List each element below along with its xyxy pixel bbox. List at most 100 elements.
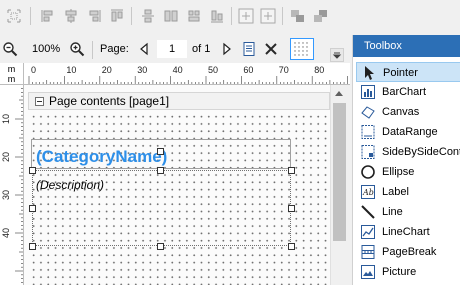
resize-handle-top-left[interactable]	[29, 167, 36, 174]
ruler-tick-label: 10	[66, 65, 76, 75]
category-name-text: (CategoryName)	[36, 147, 168, 166]
toolbox-item-canvas[interactable]: Canvas	[356, 102, 460, 122]
bar-chart-icon	[360, 84, 376, 100]
center-horizontally-icon[interactable]	[238, 8, 254, 24]
toolbar-overflow-button[interactable]	[330, 48, 344, 62]
show-grid-button[interactable]	[290, 38, 314, 60]
band-title: Page contents [page1]	[49, 94, 170, 108]
toolbox-item-label: BarChart	[382, 86, 427, 98]
resize-handle-left[interactable]	[29, 205, 36, 212]
scroll-thumb[interactable]	[333, 103, 346, 241]
page-break-icon	[360, 244, 376, 260]
align-middle-icon[interactable]	[63, 8, 79, 24]
toolbox-item-label: Pointer	[383, 67, 418, 79]
scroll-up-arrow-icon[interactable]	[331, 85, 348, 102]
ruler-tick-label: 20	[102, 65, 112, 75]
horizontal-ruler-scale: 0 10 20 30 40 50 60 70 80	[28, 65, 348, 84]
horizontal-ruler: 0 10 20 30 40 50 60 70 80	[24, 63, 350, 85]
toolbox-item-label: DataRange	[382, 126, 438, 138]
toolbox-item-label: LineChart	[382, 226, 430, 238]
label-icon: Ab	[360, 184, 376, 200]
align-right-icon[interactable]	[86, 8, 102, 24]
ellipse-icon	[360, 164, 376, 180]
toolbox-item-pointer[interactable]: Pointer	[356, 62, 460, 82]
page-contents-band-header[interactable]: Page contents [page1]	[28, 92, 330, 110]
toolbox-item-sidebyside[interactable]: SideBySideCont	[356, 142, 460, 162]
layout-toolbar	[0, 0, 460, 33]
close-preview-icon[interactable]	[263, 41, 279, 57]
ruler-tick-label: 70	[279, 65, 289, 75]
toolbox-header: Toolbox	[353, 35, 460, 57]
resize-handle-right[interactable]	[288, 205, 295, 212]
canvas-icon	[360, 104, 376, 120]
report-design-canvas[interactable]: Page contents [page1] (CategoryName) (De…	[24, 85, 330, 285]
ruler-tick-label: 30	[137, 65, 147, 75]
align-top-icon[interactable]	[109, 8, 125, 24]
toolbox-item-label: Ellipse	[382, 166, 415, 178]
page-number-input[interactable]: 1	[157, 40, 187, 58]
send-to-back-icon[interactable]	[313, 8, 329, 24]
toolbox-item-label: Label	[382, 186, 409, 198]
ruler-tick-label: 40	[1, 228, 11, 238]
previous-page-icon[interactable]	[136, 41, 152, 57]
ruler-tick-label: 10	[1, 114, 11, 124]
description-label[interactable]: (Description)	[32, 170, 291, 246]
page-label: Page:	[100, 43, 129, 55]
zoom-out-icon[interactable]	[2, 41, 18, 57]
toolbox-item-label: Canvas	[382, 106, 420, 118]
toolbox-item-pagebreak[interactable]: PageBreak	[356, 242, 460, 262]
ruler-tick-label: 40	[173, 65, 183, 75]
resize-handle-top-right[interactable]	[288, 167, 295, 174]
align-left-icon[interactable]	[6, 8, 22, 24]
toolbox-item-ellipse[interactable]: Ellipse	[356, 162, 460, 182]
picture-icon	[360, 264, 376, 280]
toolbox-item-label: PageBreak	[382, 246, 437, 258]
toolbox-item-linechart[interactable]: LineChart	[356, 222, 460, 242]
toolbox-item-label: Picture	[382, 266, 417, 278]
data-range-icon	[360, 124, 376, 140]
ruler-tick-label: 80	[314, 65, 324, 75]
svg-text:Ab: Ab	[362, 188, 374, 197]
toolbox-item-label: SideBySideCont	[382, 146, 460, 158]
toolbox-item-datarange[interactable]: DataRange	[356, 122, 460, 142]
resize-handle-category-top[interactable]	[157, 148, 164, 155]
center-vertically-icon[interactable]	[260, 8, 276, 24]
vertical-ruler: 10 20 30 40	[0, 85, 24, 285]
side-by-side-icon	[360, 144, 376, 160]
make-same-height-icon[interactable]	[163, 8, 179, 24]
align-bottom-icon[interactable]	[209, 8, 225, 24]
vertical-ruler-scale: 10 20 30 40	[1, 88, 23, 283]
make-same-size-icon[interactable]	[186, 8, 202, 24]
bring-to-front-icon[interactable]	[290, 8, 306, 24]
align-center-icon[interactable]	[40, 8, 56, 24]
collapse-icon[interactable]	[35, 97, 44, 106]
make-same-width-icon[interactable]	[140, 8, 156, 24]
resize-handle-top[interactable]	[157, 167, 164, 174]
ruler-tick-label: 60	[243, 65, 253, 75]
toolbox-item-line[interactable]: Line	[356, 202, 460, 222]
page-count-label: of 1	[192, 43, 211, 55]
zoom-value[interactable]: 100%	[24, 39, 64, 59]
ruler-tick-label: 20	[1, 152, 11, 162]
toolbox-panel: Toolbox Pointer BarChart Canvas DataRang…	[352, 35, 460, 285]
ruler-tick-label: 0	[31, 65, 36, 75]
ruler-unit-label: m m	[7, 64, 16, 84]
ruler-tick-label: 50	[208, 65, 218, 75]
resize-handle-bottom-right[interactable]	[288, 243, 295, 250]
description-text: (Description)	[36, 178, 105, 192]
resize-handle-bottom-left[interactable]	[29, 243, 36, 250]
toolbox-item-picture[interactable]: Picture	[356, 262, 460, 282]
toolbox-item-label[interactable]: Ab Label	[356, 182, 460, 202]
resize-handle-bottom[interactable]	[157, 243, 164, 250]
line-chart-icon	[360, 224, 376, 240]
ruler-tick-label: 30	[1, 190, 11, 200]
canvas-vertical-scrollbar[interactable]	[330, 85, 348, 285]
ruler-unit-corner: m m	[0, 63, 24, 85]
next-page-icon[interactable]	[219, 41, 235, 57]
page-setup-icon[interactable]	[241, 41, 257, 57]
toolbox-item-barchart[interactable]: BarChart	[356, 82, 460, 102]
zoom-in-icon[interactable]	[69, 41, 85, 57]
line-icon	[360, 204, 376, 220]
pointer-icon	[361, 65, 377, 81]
toolbox-item-label: Line	[382, 206, 403, 218]
